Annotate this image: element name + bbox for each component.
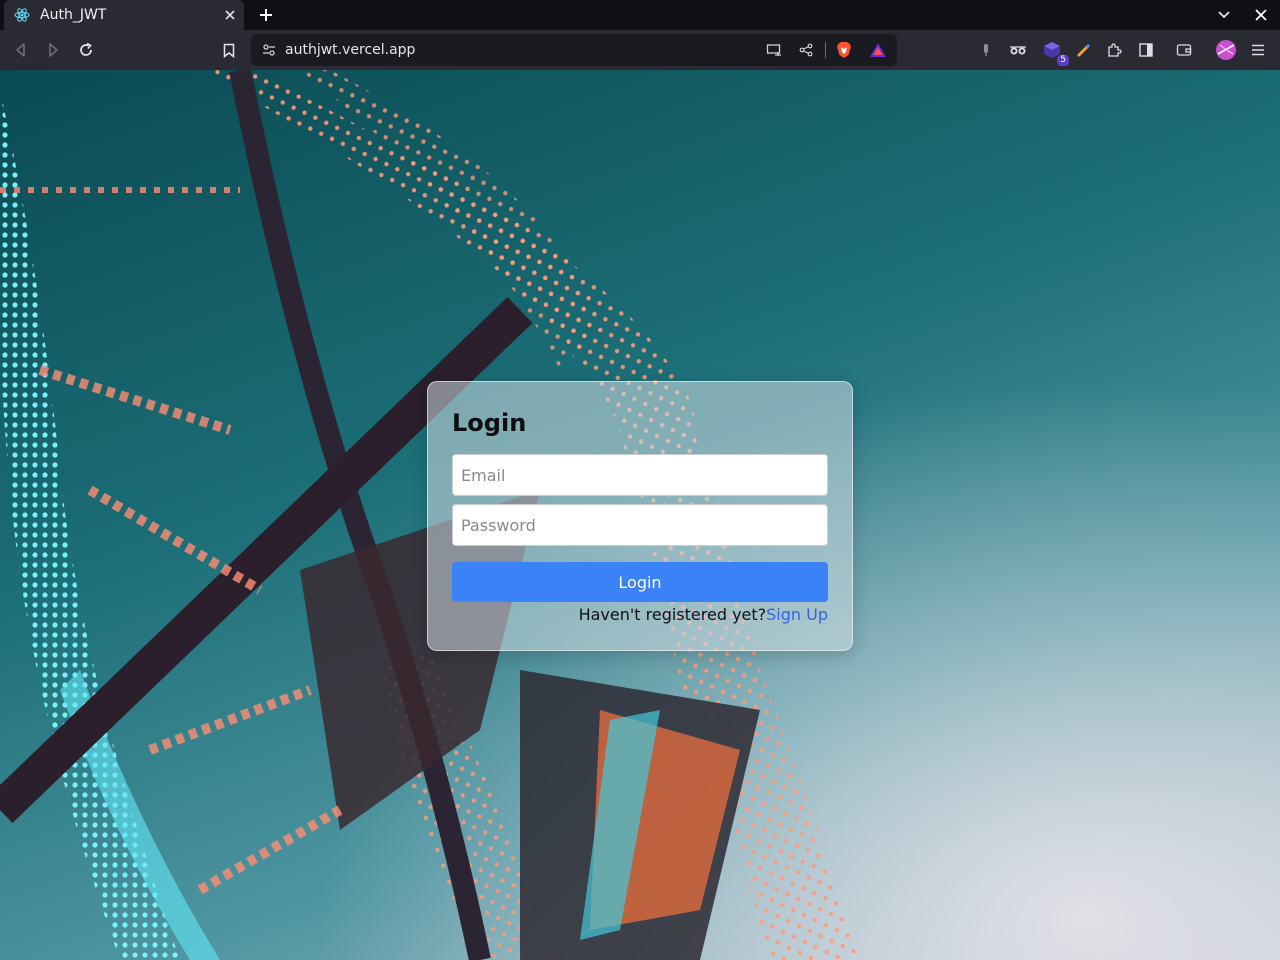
close-tab-icon[interactable] — [222, 7, 238, 23]
tab-list-chevron-icon[interactable] — [1214, 5, 1234, 25]
register-prompt-text: Haven't registered yet? — [578, 605, 767, 624]
brave-shields-icon[interactable] — [835, 41, 853, 59]
extensions-puzzle-icon[interactable] — [1103, 39, 1125, 61]
extension-badge: 5 — [1057, 55, 1069, 66]
menu-icon[interactable] — [1247, 39, 1269, 61]
forward-icon[interactable] — [43, 40, 63, 60]
cast-icon[interactable] — [765, 41, 783, 59]
wallet-icon[interactable] — [1173, 39, 1195, 61]
sign-up-link[interactable]: Sign Up — [766, 605, 828, 624]
password-input[interactable] — [452, 504, 828, 546]
extension-mic-icon[interactable] — [975, 39, 997, 61]
extension-glasses-icon[interactable] — [1007, 39, 1029, 61]
extension-pen-icon[interactable] — [1071, 39, 1093, 61]
profile-avatar-icon[interactable] — [1214, 38, 1238, 62]
address-bar[interactable]: authjwt.vercel.app — [251, 34, 897, 66]
page-viewport: Login Login Haven't registered yet?Sign … — [0, 70, 1280, 960]
tab-title: Auth_JWT — [40, 7, 107, 23]
login-title: Login — [452, 409, 527, 437]
login-button[interactable]: Login — [452, 562, 828, 602]
brave-rewards-icon[interactable] — [869, 41, 887, 59]
new-tab-icon[interactable] — [256, 5, 276, 25]
email-input[interactable] — [452, 454, 828, 496]
react-logo-icon — [14, 7, 30, 23]
divider — [825, 42, 826, 58]
sidebar-toggle-icon[interactable] — [1135, 39, 1157, 61]
url-text: authjwt.vercel.app — [285, 42, 416, 58]
browser-toolbar: authjwt.vercel.app 5 — [0, 30, 1280, 70]
close-window-icon[interactable] — [1251, 5, 1271, 25]
site-settings-icon[interactable] — [260, 41, 278, 59]
tab-strip: Auth_JWT — [0, 0, 1280, 30]
bookmark-icon[interactable] — [219, 40, 239, 60]
back-icon[interactable] — [11, 40, 31, 60]
login-card: Login Login Haven't registered yet?Sign … — [427, 381, 853, 651]
share-icon[interactable] — [797, 41, 815, 59]
register-prompt: Haven't registered yet?Sign Up — [579, 605, 828, 624]
tab-auth-jwt[interactable]: Auth_JWT — [4, 0, 244, 30]
reload-icon[interactable] — [76, 40, 96, 60]
extension-cube-icon[interactable]: 5 — [1041, 39, 1069, 66]
